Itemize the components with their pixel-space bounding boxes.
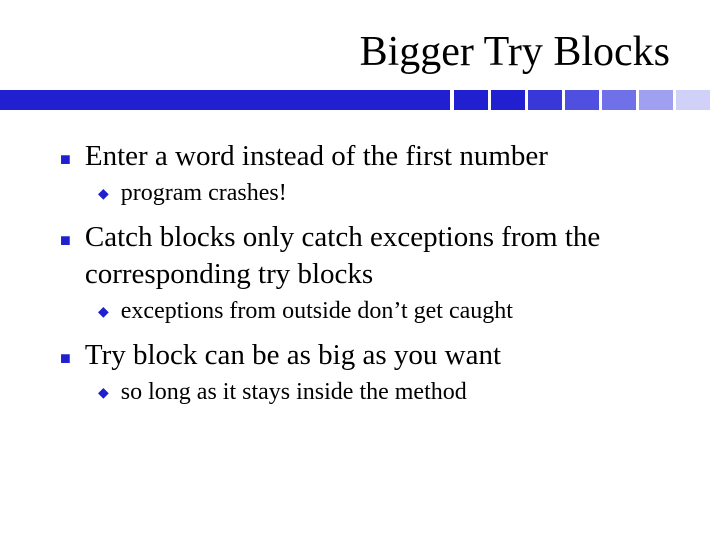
decor-bar-seg: [454, 90, 488, 110]
decor-bar-seg: [491, 90, 525, 110]
decor-bar-segments: [454, 90, 710, 110]
content-area: ■ Enter a word instead of the first numb…: [40, 138, 680, 409]
bullet-level2: ◆ exceptions from outside don’t get caug…: [98, 296, 680, 327]
bullet-text: Enter a word instead of the first number: [85, 138, 548, 174]
bullet-level2: ◆ so long as it stays inside the method: [98, 377, 680, 408]
bullet-text: exceptions from outside don’t get caught: [121, 296, 513, 327]
bullet-text: so long as it stays inside the method: [121, 377, 467, 408]
square-bullet-icon: ■: [60, 229, 71, 252]
diamond-bullet-icon: ◆: [98, 186, 109, 204]
decor-bar-seg: [528, 90, 562, 110]
slide-title: Bigger Try Blocks: [40, 28, 680, 76]
square-bullet-icon: ■: [60, 148, 71, 171]
bullet-level1: ■ Try block can be as big as you want: [60, 337, 680, 373]
bullet-level1: ■ Enter a word instead of the first numb…: [60, 138, 680, 174]
decor-bar-seg: [639, 90, 673, 110]
bullet-text: program crashes!: [121, 178, 287, 209]
diamond-bullet-icon: ◆: [98, 385, 109, 403]
decor-bar-seg: [565, 90, 599, 110]
bullet-text: Try block can be as big as you want: [85, 337, 501, 373]
bullet-text: Catch blocks only catch exceptions from …: [85, 219, 680, 292]
decor-bar-seg: [602, 90, 636, 110]
diamond-bullet-icon: ◆: [98, 304, 109, 322]
square-bullet-icon: ■: [60, 347, 71, 370]
decor-bar-solid: [0, 90, 450, 110]
slide: Bigger Try Blocks ■ Enter a word instead…: [0, 0, 720, 540]
bullet-level1: ■ Catch blocks only catch exceptions fro…: [60, 219, 680, 292]
bullet-level2: ◆ program crashes!: [98, 178, 680, 209]
decor-bar-seg: [676, 90, 710, 110]
decor-bar: [40, 90, 680, 110]
